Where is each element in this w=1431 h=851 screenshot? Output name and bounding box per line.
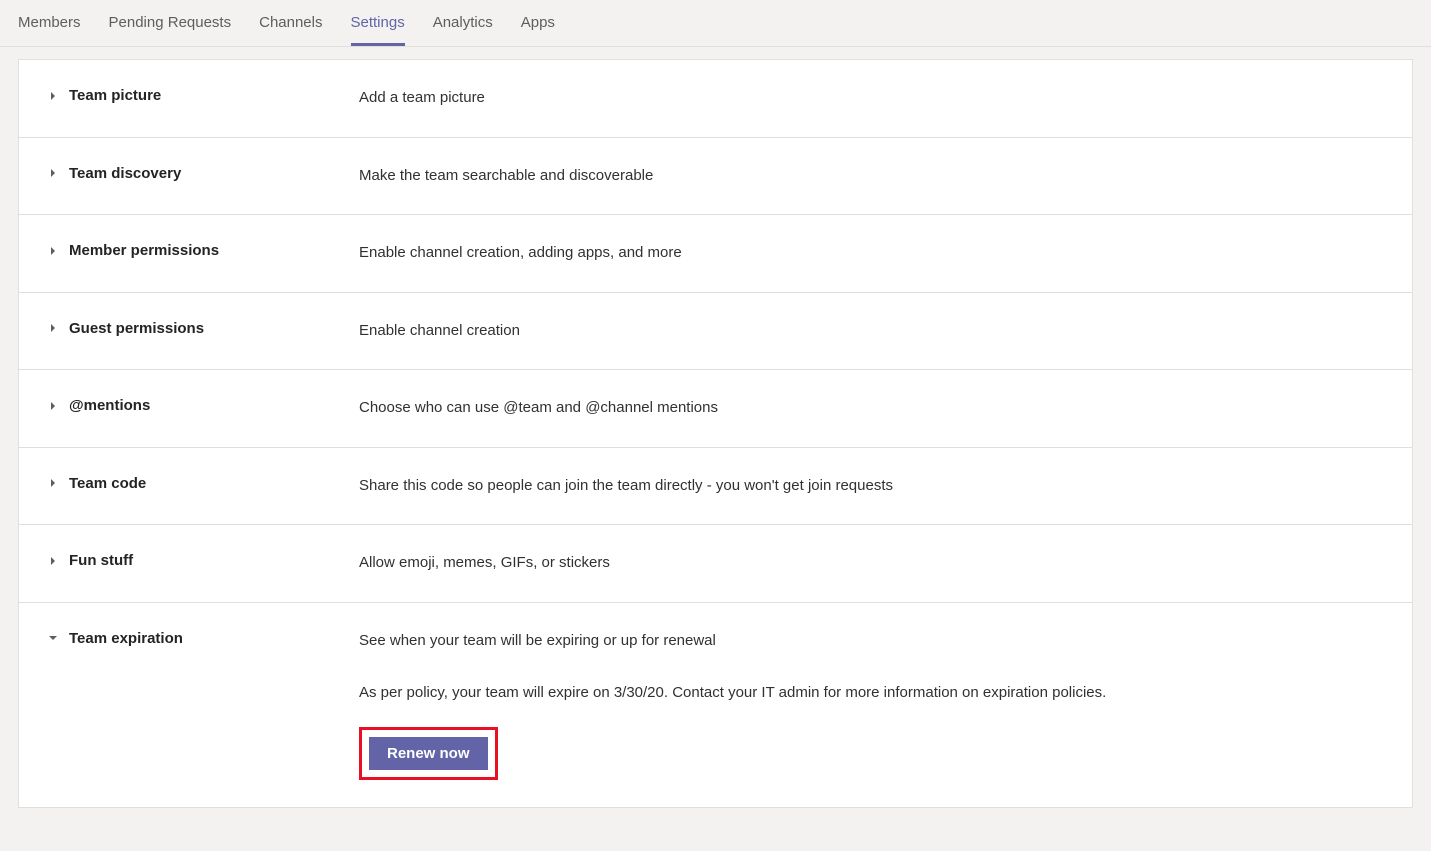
chevron-right-icon [49, 324, 57, 332]
chevron-right-icon [49, 402, 57, 410]
setting-description: Share this code so people can join the t… [359, 475, 1382, 498]
setting-title: Team discovery [69, 165, 181, 182]
tabs-bar: Members Pending Requests Channels Settin… [0, 0, 1431, 47]
setting-header: @mentions [49, 397, 359, 414]
setting-mentions[interactable]: @mentions Choose who can use @team and @… [19, 370, 1412, 448]
settings-panel: Team picture Add a team picture Team dis… [18, 59, 1413, 808]
setting-description: See when your team will be expiring or u… [359, 630, 1382, 653]
setting-title: Team expiration [69, 630, 183, 647]
setting-member-permissions[interactable]: Member permissions Enable channel creati… [19, 215, 1412, 293]
tab-pending-requests[interactable]: Pending Requests [109, 0, 232, 46]
setting-guest-permissions[interactable]: Guest permissions Enable channel creatio… [19, 293, 1412, 371]
setting-team-discovery[interactable]: Team discovery Make the team searchable … [19, 138, 1412, 216]
setting-team-picture[interactable]: Team picture Add a team picture [19, 60, 1412, 138]
setting-body: See when your team will be expiring or u… [359, 630, 1382, 780]
setting-header: Fun stuff [49, 552, 359, 569]
setting-title: Team code [69, 475, 146, 492]
tab-members[interactable]: Members [18, 0, 81, 46]
setting-description: Enable channel creation, adding apps, an… [359, 242, 1382, 265]
tab-channels[interactable]: Channels [259, 0, 322, 46]
setting-team-expiration[interactable]: Team expiration See when your team will … [19, 603, 1412, 807]
renew-now-button[interactable]: Renew now [369, 737, 488, 770]
chevron-right-icon [49, 479, 57, 487]
setting-title: Team picture [69, 87, 161, 104]
setting-title: Guest permissions [69, 320, 204, 337]
setting-header: Team code [49, 475, 359, 492]
setting-description: Make the team searchable and discoverabl… [359, 165, 1382, 188]
setting-title: Fun stuff [69, 552, 133, 569]
setting-header: Team expiration [49, 630, 359, 647]
chevron-right-icon [49, 92, 57, 100]
setting-header: Guest permissions [49, 320, 359, 337]
setting-fun-stuff[interactable]: Fun stuff Allow emoji, memes, GIFs, or s… [19, 525, 1412, 603]
chevron-right-icon [49, 557, 57, 565]
chevron-right-icon [49, 247, 57, 255]
tab-analytics[interactable]: Analytics [433, 0, 493, 46]
tab-settings[interactable]: Settings [351, 0, 405, 46]
tab-apps[interactable]: Apps [521, 0, 555, 46]
setting-header: Team discovery [49, 165, 359, 182]
chevron-down-icon [49, 634, 57, 642]
setting-description: Enable channel creation [359, 320, 1382, 343]
setting-description: Choose who can use @team and @channel me… [359, 397, 1382, 420]
setting-team-code[interactable]: Team code Share this code so people can … [19, 448, 1412, 526]
highlight-box: Renew now [359, 727, 498, 780]
setting-header: Member permissions [49, 242, 359, 259]
chevron-right-icon [49, 169, 57, 177]
setting-title: Member permissions [69, 242, 219, 259]
setting-description: Allow emoji, memes, GIFs, or stickers [359, 552, 1382, 575]
setting-header: Team picture [49, 87, 359, 104]
setting-description: Add a team picture [359, 87, 1382, 110]
setting-title: @mentions [69, 397, 150, 414]
expiration-detail: As per policy, your team will expire on … [359, 682, 1382, 705]
